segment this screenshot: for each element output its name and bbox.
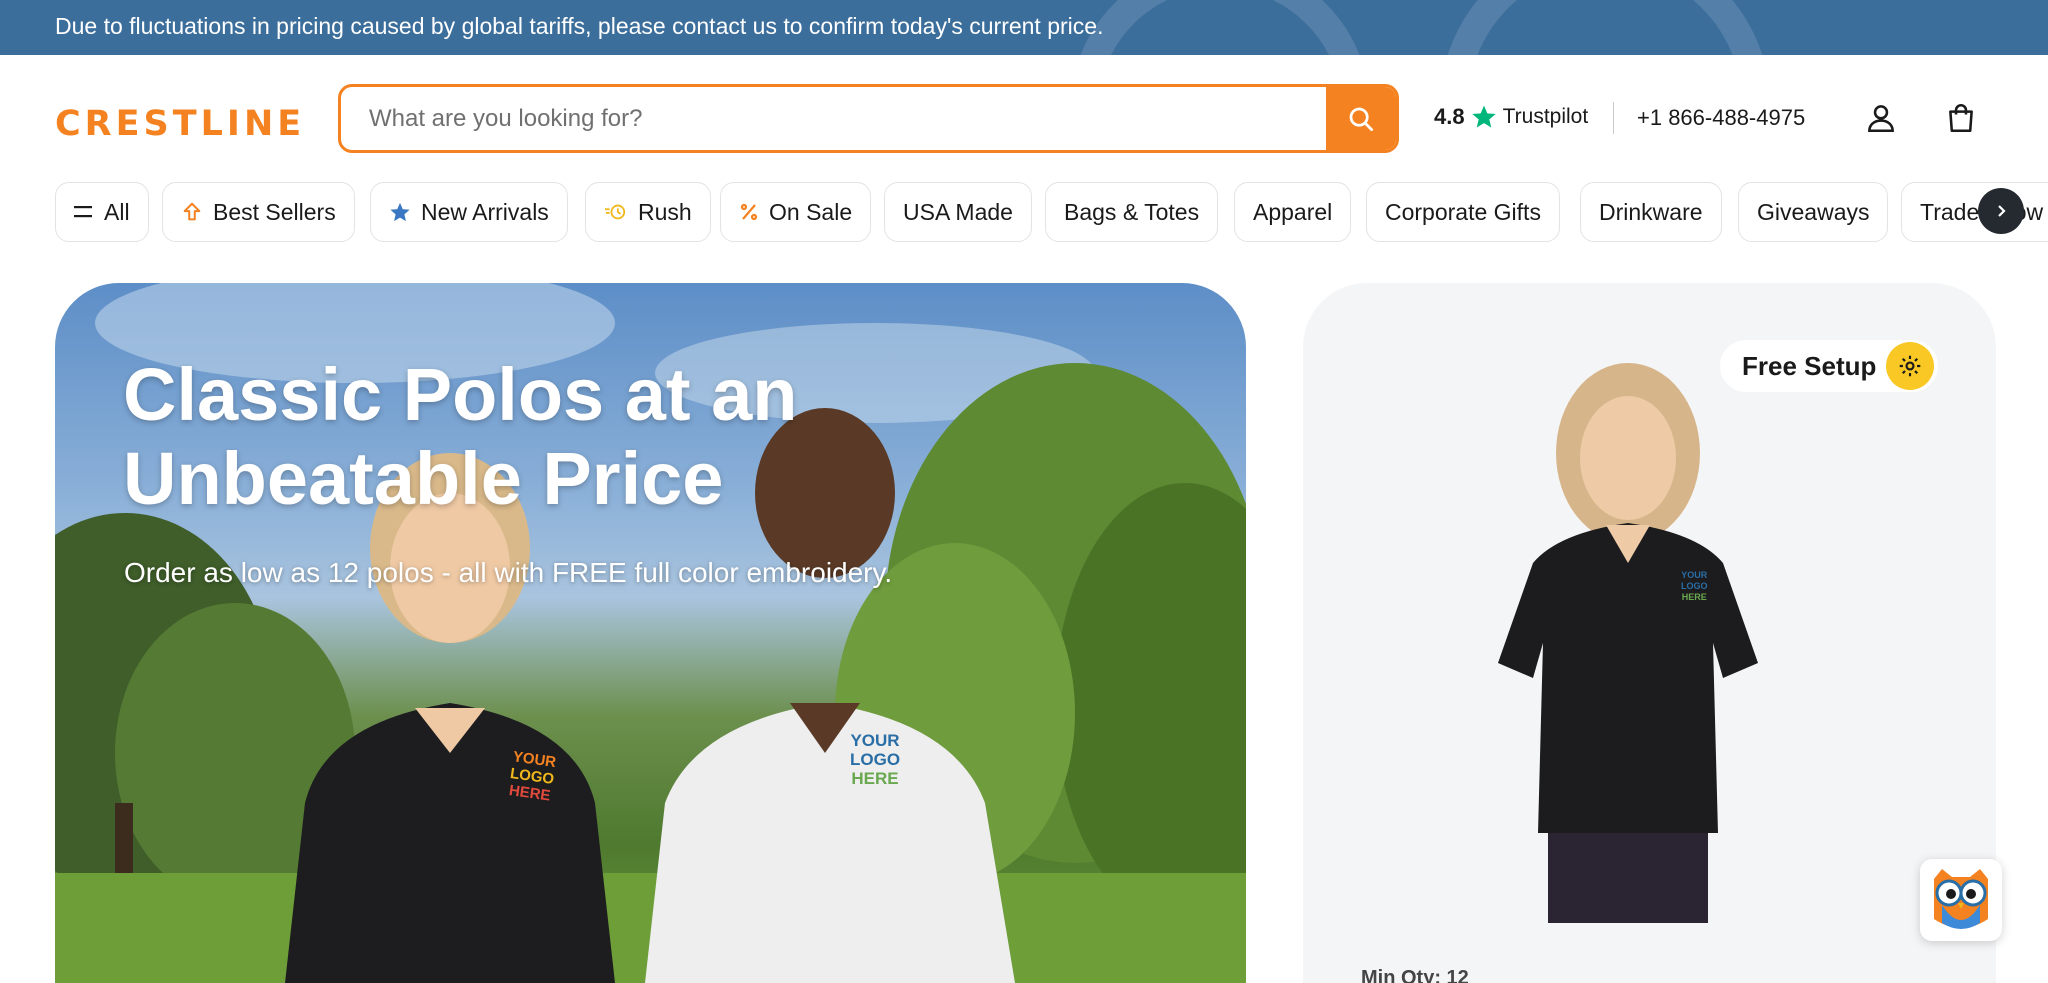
owl-mascot-icon [1934, 869, 1988, 929]
nav-item-new-arrivals[interactable]: New Arrivals [370, 182, 568, 242]
search-bar [338, 84, 1399, 153]
header-divider [1613, 102, 1614, 134]
nav-item-label: Best Sellers [213, 198, 336, 225]
menu-icon [74, 204, 94, 220]
product-image [1498, 363, 1758, 923]
nav-item-label: Apparel [1253, 198, 1333, 225]
brand-logo[interactable]: CRESTLINE [55, 104, 305, 144]
banner-text: Due to fluctuations in pricing caused by… [55, 13, 1104, 39]
arrow-up-icon [181, 201, 203, 223]
search-button[interactable] [1326, 87, 1396, 150]
fast-clock-icon [604, 201, 628, 223]
product-card[interactable]: YOUR LOGO HERE Free Setup Min Qty: 12 [1303, 283, 1996, 983]
nav-item-label: Rush [638, 198, 692, 225]
trustpilot-label: Trustpilot [1502, 105, 1589, 128]
nav-item-all[interactable]: All [55, 182, 149, 242]
nav-item-on-sale[interactable]: On Sale [720, 182, 872, 242]
search-icon [1349, 107, 1373, 131]
phone-number[interactable]: +1 866-488-4975 [1637, 105, 1805, 131]
nav-item-drinkware[interactable]: Drinkware [1580, 182, 1722, 242]
chevron-right-icon [1998, 205, 2006, 217]
nav-item-label: Drinkware [1599, 198, 1703, 225]
percent-icon [739, 202, 759, 222]
announcement-banner: Due to fluctuations in pricing caused by… [0, 0, 2048, 55]
product-shirt-logo: YOUR LOGO HERE [1681, 570, 1708, 602]
free-setup-badge: Free Setup [1720, 340, 1939, 392]
trustpilot-star-icon [1471, 104, 1497, 130]
trustpilot-rating[interactable]: 4.8 Trustpilot [1434, 104, 1588, 130]
nav-item-usa-made[interactable]: USA Made [884, 182, 1032, 242]
nav-item-label: On Sale [769, 198, 853, 225]
category-nav: All Best Sellers New Arrivals Rush On Sa… [55, 182, 2048, 242]
chat-widget-button[interactable] [1920, 859, 2002, 941]
hero-shirt-logo-left: YOUR LOGO HERE [507, 748, 558, 805]
nav-item-label: New Arrivals [421, 198, 549, 225]
nav-item-label: Giveaways [1757, 198, 1870, 225]
min-qty-label: Min Qty: 12 [1361, 967, 1469, 983]
hero-subtitle: Order as low as 12 polos - all with FREE… [124, 557, 893, 588]
account-icon[interactable] [1864, 101, 1898, 135]
nav-item-rush[interactable]: Rush [585, 182, 711, 242]
hero-shirt-logo-right: YOUR LOGO HERE [850, 731, 901, 788]
nav-item-label: All [104, 198, 130, 225]
nav-item-giveaways[interactable]: Giveaways [1738, 182, 1889, 242]
nav-item-label: Corporate Gifts [1385, 198, 1541, 225]
nav-item-bags-totes[interactable]: Bags & Totes [1045, 182, 1219, 242]
search-input[interactable] [369, 87, 1309, 150]
nav-item-label: USA Made [903, 198, 1013, 225]
cart-bag-icon[interactable] [1944, 101, 1978, 135]
banner-decoration [1070, 0, 1370, 55]
nav-item-best-sellers[interactable]: Best Sellers [162, 182, 355, 242]
nav-scroll-next-button[interactable] [1978, 188, 2024, 234]
hero-title: Classic Polos at an Unbeatable Price [123, 353, 798, 520]
gear-icon [1886, 342, 1935, 390]
nav-item-corporate-gifts[interactable]: Corporate Gifts [1366, 182, 1560, 242]
rating-value: 4.8 [1434, 104, 1465, 129]
hero-banner[interactable]: YOUR LOGO HERE YOUR LOGO HERE Classic Po… [55, 283, 1246, 983]
badge-label: Free Setup [1742, 350, 1877, 381]
nav-item-trade-show[interactable]: Trade Show [1901, 182, 2048, 242]
banner-decoration [1440, 0, 1770, 55]
nav-item-label: Bags & Totes [1064, 198, 1200, 225]
nav-item-apparel[interactable]: Apparel [1234, 182, 1352, 242]
star-icon [389, 201, 411, 223]
